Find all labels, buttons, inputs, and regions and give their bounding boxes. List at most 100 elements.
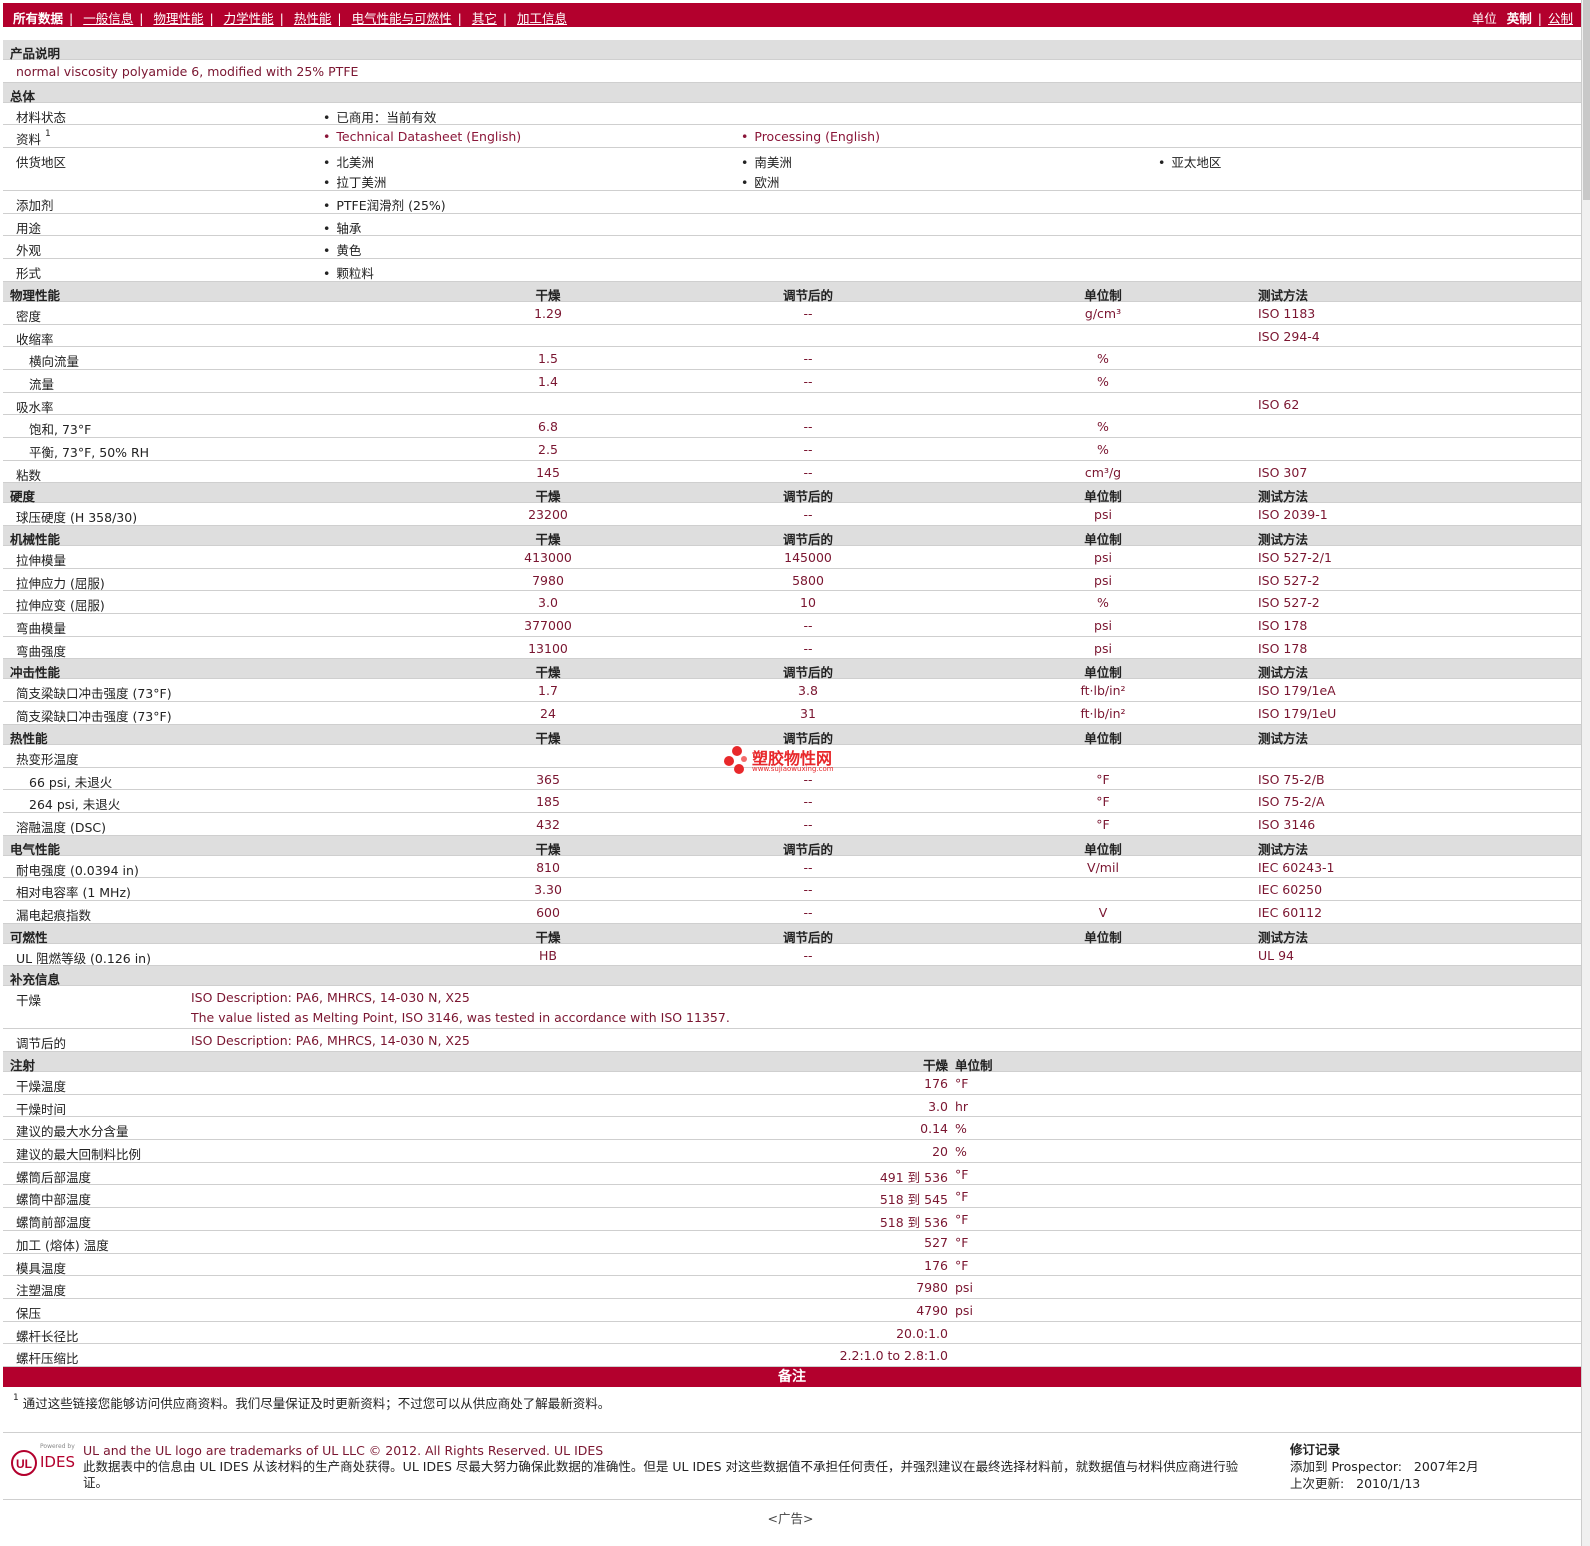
- value-dry: 23200: [528, 507, 568, 523]
- injection-row: 螺筒前部温度 518 到 536 °F: [3, 1208, 1581, 1231]
- general-row-appearance: 外观 黄色: [3, 236, 1581, 260]
- value-conditioned: --: [803, 419, 813, 435]
- scrollbar-thumb[interactable]: [1583, 0, 1590, 200]
- section-mechanical: 机械性能 干燥 调节后的 单位制 测试方法: [3, 526, 1581, 547]
- injection-value: 176: [924, 1076, 948, 1091]
- footer-copyright: UL and the UL logo are trademarks of UL …: [83, 1443, 604, 1458]
- region-item: 拉丁美洲: [323, 172, 386, 191]
- value-dry: 145: [536, 464, 560, 480]
- section-impact: 冲击性能 干燥 调节后的 单位制 测试方法: [3, 659, 1581, 680]
- section-electrical: 电气性能 干燥 调节后的 单位制 测试方法: [3, 835, 1581, 857]
- nav-tab-all-data[interactable]: 所有数据: [13, 11, 63, 26]
- property-row: UL 阻燃等级 (0.126 in) HB -- UL 94: [3, 944, 1581, 967]
- test-method: ISO 1183: [1258, 305, 1316, 321]
- value-unit: psi: [1094, 572, 1112, 588]
- value-dry: 377000: [524, 618, 572, 634]
- value-conditioned: 5800: [792, 572, 824, 588]
- injection-row: 模具温度 176 °F: [3, 1254, 1581, 1277]
- value-conditioned: --: [803, 305, 813, 321]
- notes-text: 1 通过这些链接您能够访问供应商资料。我们尽量保证及时更新资料；不过您可以从供应…: [13, 1392, 611, 1411]
- property-label: 热变形温度: [16, 751, 79, 767]
- value-dry: 600: [536, 904, 560, 920]
- supplement-text: The value listed as Melting Point, ISO 3…: [191, 1010, 730, 1026]
- property-row: 球压硬度 (H 358/30) 23200 -- psi ISO 2039-1: [3, 503, 1581, 526]
- supplement-text: ISO Description: PA6, MHRCS, 14-030 N, X…: [191, 1033, 470, 1049]
- property-label: 收缩率: [16, 331, 54, 347]
- doc-link-datasheet[interactable]: Technical Datasheet (English): [323, 129, 521, 144]
- region-item: 欧洲: [741, 172, 779, 191]
- value-dry: 3.0: [538, 595, 558, 611]
- value-unit: ft·lb/in²: [1080, 683, 1126, 699]
- property-label: 拉伸模量: [16, 553, 67, 568]
- test-method: ISO 2039-1: [1258, 507, 1328, 523]
- property-row: 264 psi, 未退火 185 -- °F ISO 75-2/A: [3, 790, 1581, 813]
- value-unit: cm³/g: [1084, 464, 1122, 480]
- value-conditioned: --: [803, 904, 813, 920]
- injection-label: 模具温度: [16, 1260, 67, 1276]
- footer-disclaimer: 此数据表中的信息由 UL IDES 从该材料的生产商处获得。UL IDES 尽最…: [83, 1459, 1239, 1490]
- property-label: 拉伸应变 (屈服): [16, 598, 105, 614]
- ul-ides-logo: UL Powered by IDES: [8, 1441, 76, 1481]
- row-label: 调节后的: [16, 1036, 67, 1052]
- row-value: PTFE润滑剂 (25%): [323, 195, 445, 214]
- nav-tab-thermal[interactable]: 热性能: [294, 11, 332, 26]
- injection-row: 螺筒后部温度 491 到 536 °F: [3, 1163, 1581, 1186]
- value-dry: 1.29: [534, 305, 562, 321]
- property-label: 弯曲强度: [16, 643, 67, 659]
- units-english[interactable]: 英制: [1507, 11, 1532, 26]
- nav-tab-other[interactable]: 其它: [472, 11, 497, 26]
- value-dry: 365: [536, 771, 560, 787]
- injection-unit: %: [955, 1144, 967, 1160]
- property-label: 66 psi, 未退火: [29, 774, 113, 790]
- injection-unit: °F: [955, 1257, 969, 1273]
- row-label: 形式: [16, 266, 42, 282]
- property-label: 溶融温度 (DSC): [16, 819, 107, 835]
- test-method: ISO 75-2/B: [1258, 771, 1325, 787]
- logo-powered-by: Powered by: [40, 1443, 75, 1450]
- supplement-row-dry: 干燥 ISO Description: PA6, MHRCS, 14-030 N…: [3, 986, 1581, 1030]
- injection-label: 注塑温度: [16, 1283, 67, 1299]
- test-method: ISO 307: [1258, 464, 1308, 480]
- injection-unit: psi: [955, 1280, 973, 1296]
- value-unit: g/cm³: [1084, 305, 1122, 321]
- units-metric[interactable]: 公制: [1548, 11, 1573, 26]
- property-label: 弯曲模量: [16, 621, 67, 637]
- datasheet: 产品说明 normal viscosity polyamide 6, modif…: [3, 40, 1581, 1413]
- property-row: 耐电强度 (0.0394 in) 810 -- V/mil IEC 60243-1: [3, 856, 1581, 879]
- nav-tab-processing[interactable]: 加工信息: [517, 11, 567, 26]
- property-label: 粘数: [16, 467, 42, 483]
- value-conditioned: --: [803, 507, 813, 523]
- nav-tab-general[interactable]: 一般信息: [83, 11, 133, 26]
- property-row: 简支梁缺口冲击强度 (73°F) 24 31 ft·lb/in² ISO 179/1eU: [3, 702, 1581, 725]
- injection-label: 螺杆长径比: [16, 1328, 79, 1344]
- general-row-form: 形式 颗粒料: [3, 259, 1581, 282]
- property-row: 粘数 145 -- cm³/g ISO 307: [3, 461, 1581, 484]
- value-conditioned: 10: [800, 595, 816, 611]
- value-unit: V/mil: [1087, 859, 1119, 875]
- footer-text: UL and the UL logo are trademarks of UL …: [83, 1443, 1263, 1491]
- nav-tab-mechanical[interactable]: 力学性能: [224, 11, 274, 26]
- property-label: 流量: [29, 376, 55, 392]
- doc-link-processing[interactable]: Processing (English): [741, 129, 880, 144]
- value-conditioned: --: [803, 947, 813, 963]
- value-conditioned: --: [803, 640, 813, 656]
- test-method: ISO 527-2/1: [1258, 550, 1332, 565]
- injection-label: 保压: [16, 1305, 42, 1321]
- value-conditioned: 31: [800, 706, 816, 722]
- property-sections: 物理性能 干燥 调节后的 单位制 测试方法 密度 1.29 -- g/cm³ ISO 1183 收缩…: [3, 281, 1581, 967]
- watermark-url: www.sujiaowuxing.com: [752, 765, 834, 773]
- value-dry: 1.7: [538, 683, 558, 699]
- nav-tab-electrical[interactable]: 电气性能与可燃性: [352, 11, 452, 26]
- property-row: 漏电起痕指数 600 -- V IEC 60112: [3, 901, 1581, 924]
- value-dry: HB: [539, 947, 557, 963]
- section-physical: 物理性能 干燥 调节后的 单位制 测试方法: [3, 281, 1581, 303]
- ad-label: <广告>: [767, 1511, 814, 1526]
- general-row-use: 用途 轴承: [3, 214, 1581, 237]
- test-method: ISO 294-4: [1258, 328, 1320, 344]
- injection-rows: 干燥温度 176 °F 干燥时间 3.0 hr 建议的最大水分含量 0.14% 建议的最大回制料…: [3, 1072, 1581, 1367]
- vertical-scrollbar[interactable]: [1581, 0, 1590, 1546]
- injection-unit: °F: [955, 1212, 969, 1228]
- property-label: 球压硬度 (H 358/30): [16, 510, 138, 526]
- nav-tab-physical[interactable]: 物理性能: [153, 11, 203, 26]
- test-method: ISO 179/1eU: [1258, 706, 1337, 722]
